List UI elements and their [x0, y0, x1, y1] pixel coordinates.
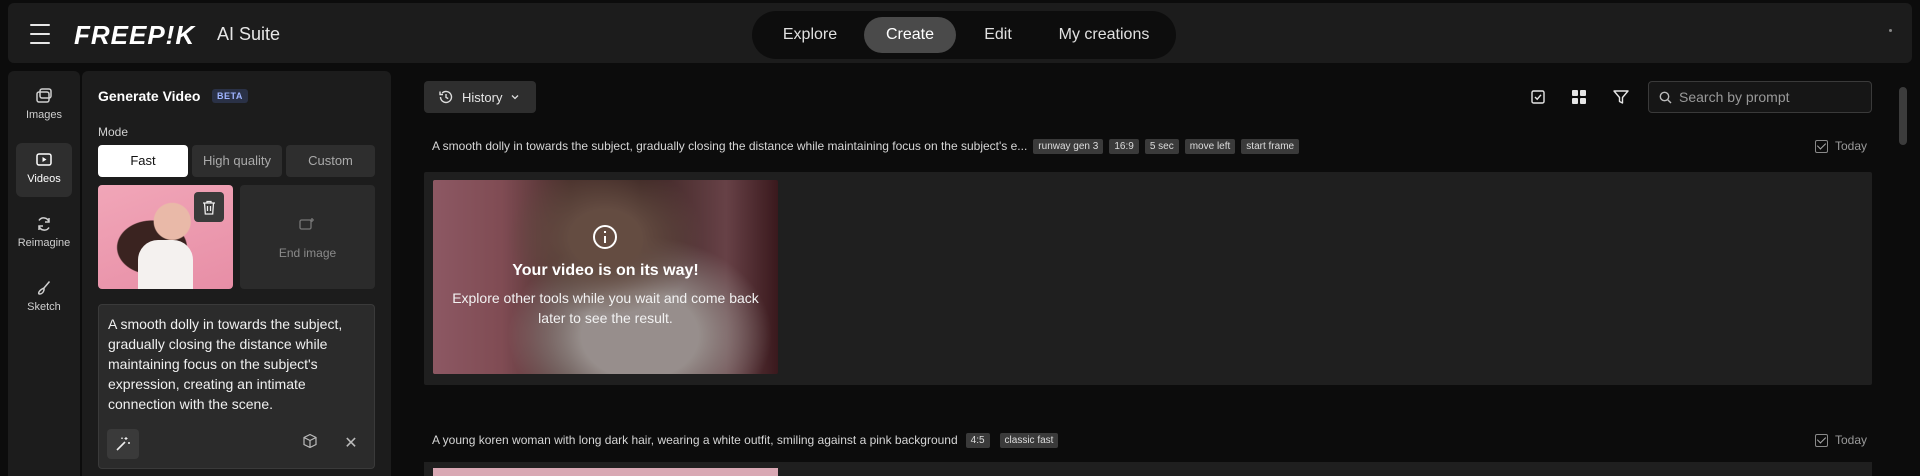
info-icon — [593, 225, 617, 249]
rail-item-videos[interactable]: Videos — [16, 143, 72, 197]
main-nav: Explore Create Edit My creations — [752, 11, 1176, 59]
rail-item-reimagine[interactable]: Reimagine — [16, 207, 72, 261]
creation-header: A smooth dolly in towards the subject, g… — [432, 136, 1300, 156]
tag-frame: start frame — [1241, 138, 1300, 154]
tag-aspect-ratio: 16:9 — [1109, 138, 1139, 154]
pending-video-thumbnail[interactable]: Your video is on its way! Explore other … — [433, 180, 778, 374]
date-select[interactable]: Today — [1814, 430, 1867, 450]
beta-badge: BETA — [212, 89, 248, 103]
account-dot[interactable] — [1889, 29, 1892, 32]
history-dropdown[interactable]: History — [424, 81, 536, 113]
creation-header: A young koren woman with long dark hair,… — [432, 430, 1059, 450]
reimagine-icon — [38, 217, 50, 231]
date-label: Today — [1834, 139, 1867, 153]
tab-create[interactable]: Create — [864, 17, 956, 53]
hamburger-menu-icon[interactable] — [22, 21, 58, 47]
delete-start-image-button[interactable] — [194, 192, 224, 222]
grid-view-icon[interactable] — [1567, 85, 1591, 109]
cube-icon[interactable] — [302, 433, 324, 455]
top-bar: FREEP!K AI Suite Explore Create Edit My … — [8, 3, 1912, 63]
tag-model: runway gen 3 — [1033, 138, 1104, 154]
creation-card: Your video is on its way! Explore other … — [424, 172, 1872, 385]
trash-icon — [203, 200, 215, 215]
rail-label-images: Images — [25, 109, 63, 121]
search-icon — [1659, 91, 1672, 104]
panel-title: Generate Video — [98, 88, 201, 104]
filter-icon[interactable] — [1609, 85, 1633, 109]
freepik-logo[interactable]: FREEP!K — [74, 20, 195, 51]
select-checkbox-icon[interactable] — [1526, 85, 1550, 109]
mode-high-quality-button[interactable]: High quality — [192, 145, 282, 177]
tag-aspect-ratio: 4:5 — [965, 432, 990, 448]
mode-custom-button[interactable]: Custom — [286, 145, 375, 177]
images-icon — [36, 88, 52, 103]
creation-prompt[interactable]: A smooth dolly in towards the subject, g… — [432, 139, 1027, 153]
ai-suite-label: AI Suite — [217, 24, 281, 44]
tab-edit[interactable]: Edit — [960, 17, 1036, 53]
prompt-textarea[interactable]: A smooth dolly in towards the subject, g… — [98, 304, 375, 469]
rail-label-sketch: Sketch — [27, 301, 61, 313]
search-input[interactable] — [1679, 82, 1864, 112]
rail-label-reimagine: Reimagine — [17, 237, 71, 249]
mode-fast-button[interactable]: Fast — [98, 145, 188, 177]
chevron-down-icon — [511, 95, 519, 100]
creation-card — [424, 462, 1872, 476]
search-box[interactable] — [1648, 81, 1872, 113]
scrollbar-thumb[interactable] — [1899, 87, 1907, 145]
rail-label-videos: Videos — [27, 173, 61, 185]
prompt-text[interactable]: A smooth dolly in towards the subject, g… — [108, 314, 370, 414]
add-image-icon — [299, 218, 314, 230]
generate-video-panel: Generate Video BETA Mode Fast High quali… — [82, 71, 391, 476]
history-icon — [439, 90, 453, 104]
creation-prompt[interactable]: A young koren woman with long dark hair,… — [432, 433, 958, 447]
select-group-checkbox[interactable] — [1814, 139, 1828, 153]
clear-prompt-icon[interactable]: ✕ — [340, 433, 362, 455]
tag-duration: 5 sec — [1144, 138, 1179, 154]
results-area: History A smooth dolly in towards the su… — [405, 71, 1920, 476]
tag-model: classic fast — [999, 432, 1059, 448]
sketch-icon — [37, 281, 51, 295]
pending-title: Your video is on its way! — [512, 262, 699, 279]
tool-rail: Images Videos Reimagine Sketch — [8, 71, 80, 476]
pending-message: Explore other tools while you wait and c… — [452, 290, 759, 326]
date-select[interactable]: Today — [1814, 136, 1867, 156]
image-thumbnail[interactable] — [433, 468, 778, 476]
rail-item-sketch[interactable]: Sketch — [16, 271, 72, 325]
history-label: History — [462, 89, 503, 105]
mode-label: Mode — [98, 125, 129, 139]
end-image-label: End image — [278, 246, 337, 260]
magic-wand-icon — [116, 437, 130, 451]
select-group-checkbox[interactable] — [1814, 433, 1828, 447]
date-label: Today — [1834, 433, 1867, 447]
tab-my-creations[interactable]: My creations — [1040, 17, 1168, 53]
end-image-slot[interactable]: End image — [240, 185, 375, 289]
videos-icon — [36, 153, 52, 166]
tag-camera: move left — [1184, 138, 1236, 154]
tab-explore[interactable]: Explore — [760, 17, 860, 53]
rail-item-images[interactable]: Images — [16, 79, 72, 133]
improve-prompt-button[interactable] — [107, 429, 139, 459]
